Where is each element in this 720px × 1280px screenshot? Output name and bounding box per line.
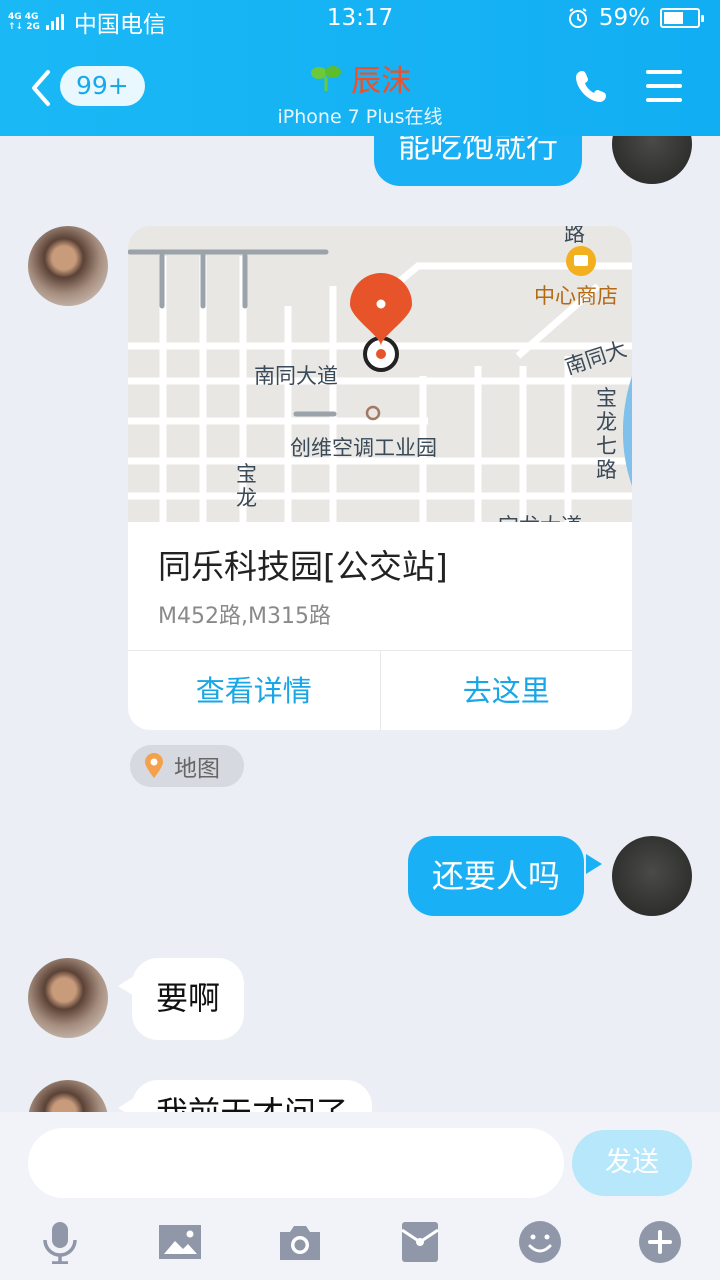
map-roads [128,246,632,522]
alarm-icon [568,8,587,28]
location-actions: 查看详情 去这里 [128,650,632,730]
online-status: iPhone 7 Plus在线 [277,106,443,128]
location-subtitle: M452路,M315路 [158,604,331,629]
image-icon[interactable] [158,1220,202,1264]
battery-percent: 59% [598,5,650,31]
battery-icon [660,8,704,28]
send-button[interactable]: 发送 [572,1130,692,1196]
map-label-road: 宝龙七路 [596,386,617,482]
camera-icon[interactable] [278,1220,322,1264]
map-source-tag[interactable]: 地图 [130,745,244,787]
message-text: 能吃饱就行 [398,136,559,165]
avatar-self[interactable] [612,836,692,916]
plus-icon[interactable] [638,1220,682,1264]
map-label-road: 路 [564,226,585,246]
map-label-poi: 中心商店 [534,284,618,308]
map-preview[interactable]: 路 中心商店 南同大道 南同大 创维空调工业园 宝龙七路 宝龙 宝龙大道 [128,226,632,522]
message-text: 要啊 [156,979,221,1017]
toolbar [0,1212,720,1272]
map-tag-label: 地图 [174,756,220,782]
map-label-poi: 创维空调工业园 [290,436,437,460]
title-block[interactable]: 辰沫 iPhone 7 Plus在线 [0,56,720,129]
avatar-contact[interactable] [28,958,108,1038]
message-text: 还要人吗 [432,857,561,895]
nav-bar: 99+ 辰沫 iPhone 7 Plus在线 [0,50,720,136]
location-pin-icon [145,753,163,778]
location-title: 同乐科技园[公交站] [158,547,448,586]
message-bubble-left[interactable]: 要啊 [132,958,245,1040]
bubble-tail [586,854,602,874]
message-bubble-right[interactable]: 能吃饱就行 [374,136,583,186]
avatar-contact[interactable] [28,226,108,306]
input-bar: 发送 [0,1112,720,1280]
location-card[interactable]: 路 中心商店 南同大道 南同大 创维空调工业园 宝龙七路 宝龙 宝龙大道 同乐科… [128,226,632,730]
mic-icon[interactable] [38,1220,82,1264]
menu-icon[interactable] [646,70,682,102]
map-label-road: 宝龙 [236,462,257,510]
phone-icon[interactable] [574,68,610,104]
view-details-button[interactable]: 查看详情 [128,651,380,730]
message-bubble-left[interactable]: 我前天才问了 [132,1080,373,1112]
chat-area[interactable]: 能吃饱就行 路 中心商店 南同大道 南同大 创维空调工业园 宝龙七路 宝龙 同乐… [0,136,720,1112]
message-input[interactable] [28,1128,564,1198]
status-bar: 4G 4G ↑↓ 2G 中国电信 13:17 59% [0,0,720,38]
map-label-road: 南同大道 [254,364,338,388]
avatar-contact[interactable] [28,1080,108,1112]
chat-header: 4G 4G ↑↓ 2G 中国电信 13:17 59% 99+ 辰沫 iPhone … [0,0,720,136]
avatar-self[interactable] [612,136,692,184]
contact-name: 辰沫 [351,64,411,99]
sprout-icon [311,66,341,91]
emoji-icon[interactable] [518,1220,562,1264]
message-text: 我前天才问了 [156,1094,348,1112]
message-bubble-right[interactable]: 还要人吗 [408,836,585,916]
status-right: 59% [567,5,704,31]
map-label-road: 宝龙大道 [498,510,582,522]
red-packet-icon[interactable] [398,1220,442,1264]
navigate-button[interactable]: 去这里 [379,651,633,730]
